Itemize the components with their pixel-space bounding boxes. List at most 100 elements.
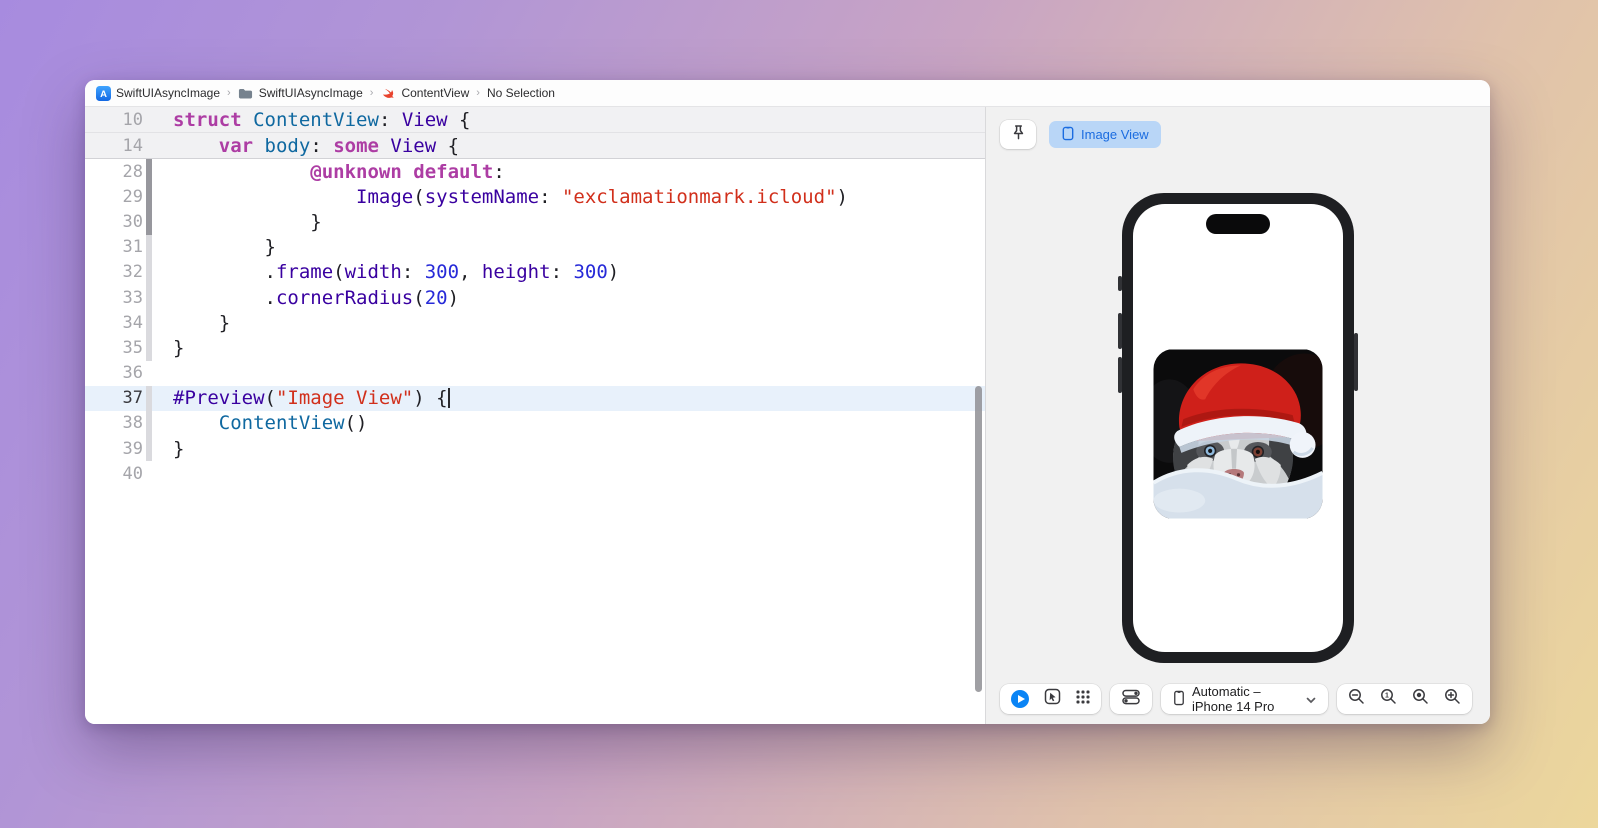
code-text: .cornerRadius(20) — [152, 287, 459, 309]
zoom-to-fit-button[interactable] — [1412, 688, 1429, 710]
zoom-out-button[interactable] — [1348, 688, 1365, 710]
code-line[interactable]: 10 struct ContentView: View { — [85, 107, 985, 133]
code-line[interactable]: 29 Image(systemName: "exclamationmark.ic… — [85, 184, 985, 209]
line-number: 10 — [85, 110, 143, 130]
code-line[interactable]: 28 @unknown default: — [85, 159, 985, 184]
breadcrumb-item-selection[interactable]: No Selection — [487, 86, 555, 100]
mute-switch — [1118, 276, 1122, 291]
code-text: #Preview("Image View") { — [152, 387, 450, 409]
line-number: 29 — [85, 187, 143, 207]
breadcrumb-separator: › — [226, 87, 232, 99]
zoom-in-button[interactable] — [1444, 688, 1461, 710]
breadcrumb: A SwiftUIAsyncImage › SwiftUIAsyncImage … — [85, 80, 1490, 107]
swift-file-icon — [380, 85, 396, 101]
pointer-icon — [1044, 688, 1061, 710]
line-number: 31 — [85, 237, 143, 257]
line-number: 30 — [85, 212, 143, 232]
code-line[interactable]: 37 #Preview("Image View") { — [85, 386, 985, 411]
dynamic-island — [1206, 214, 1270, 234]
breadcrumb-separator: › — [369, 87, 375, 99]
play-icon — [1018, 695, 1025, 703]
power-button — [1354, 333, 1358, 391]
device-selector[interactable]: Automatic – iPhone 14 Pro — [1161, 684, 1328, 714]
breadcrumb-item-file[interactable]: ContentView — [380, 85, 469, 101]
line-number: 37 — [85, 388, 143, 408]
app-icon: A — [95, 85, 111, 101]
breadcrumb-label: ContentView — [401, 86, 469, 100]
line-number: 38 — [85, 413, 143, 433]
line-number: 34 — [85, 313, 143, 333]
breadcrumb-label: SwiftUIAsyncImage — [259, 86, 363, 100]
folder-icon — [238, 85, 254, 101]
fold-ribbon — [146, 461, 152, 486]
code-text: } — [152, 236, 276, 258]
device-selector-label: Automatic – iPhone 14 Pro — [1192, 684, 1299, 714]
svg-text:1: 1 — [1385, 693, 1389, 700]
volume-up-button — [1118, 313, 1122, 349]
editor-scrollbar[interactable] — [975, 386, 982, 692]
dog-photo — [1154, 349, 1323, 519]
pin-button[interactable] — [1000, 120, 1036, 149]
code-line[interactable]: 36 — [85, 361, 985, 386]
pin-icon — [1011, 124, 1026, 146]
breadcrumb-label: SwiftUIAsyncImage — [116, 86, 220, 100]
code-text: } — [152, 211, 322, 233]
code-line[interactable]: 30 } — [85, 209, 985, 234]
code-line[interactable]: 40 — [85, 461, 985, 486]
breadcrumb-label: No Selection — [487, 86, 555, 100]
text-cursor — [448, 388, 450, 408]
line-number: 36 — [85, 363, 143, 383]
code-text: .frame(width: 300, height: 300) — [152, 261, 619, 283]
preview-tab-image-view[interactable]: Image View — [1049, 121, 1161, 148]
line-number: 40 — [85, 464, 143, 484]
code-line[interactable]: 39} — [85, 436, 985, 461]
preview-mode-group — [1000, 684, 1101, 714]
line-number: 28 — [85, 162, 143, 182]
line-number: 39 — [85, 439, 143, 459]
code-text: @unknown default: — [152, 161, 505, 183]
phone-icon — [1173, 690, 1185, 709]
variants-grid-button[interactable] — [1076, 690, 1090, 709]
preview-toolbar: Automatic – iPhone 14 Pro 1 — [1000, 684, 1472, 714]
code-text: var body: some View { — [152, 135, 459, 157]
line-number: 14 — [85, 136, 143, 156]
device-settings-button[interactable] — [1110, 684, 1152, 714]
preview-tab-label: Image View — [1081, 127, 1149, 142]
line-number: 33 — [85, 288, 143, 308]
device-preview-icon — [1061, 126, 1075, 144]
code-text: } — [152, 312, 230, 334]
code-line[interactable]: 38 ContentView() — [85, 411, 985, 436]
xcode-window: A SwiftUIAsyncImage › SwiftUIAsyncImage … — [85, 80, 1490, 724]
code-text: } — [152, 438, 184, 460]
zoom-actual-size-icon: 1 — [1380, 688, 1397, 710]
preview-pane: Image View — [985, 107, 1490, 724]
code-text: struct ContentView: View { — [152, 109, 470, 131]
line-number: 35 — [85, 338, 143, 358]
code-line[interactable]: 34 } — [85, 310, 985, 335]
code-line[interactable]: 33 .cornerRadius(20) — [85, 285, 985, 310]
live-preview-button[interactable] — [1011, 690, 1029, 708]
code-text: ContentView() — [152, 412, 368, 434]
grid-icon — [1076, 690, 1090, 709]
zoom-out-icon — [1348, 688, 1365, 710]
zoom-to-fit-icon — [1412, 688, 1429, 710]
device-settings-icon — [1121, 688, 1141, 711]
breadcrumb-separator: › — [475, 87, 481, 99]
zoom-in-icon — [1444, 688, 1461, 710]
code-text: Image(systemName: "exclamationmark.iclou… — [152, 186, 848, 208]
code-text: } — [152, 337, 184, 359]
code-line[interactable]: 35} — [85, 335, 985, 360]
code-line[interactable]: 31 } — [85, 235, 985, 260]
code-line[interactable]: 32 .frame(width: 300, height: 300) — [85, 260, 985, 285]
zoom-actual-size-button[interactable]: 1 — [1380, 688, 1397, 710]
iphone-mockup — [1122, 193, 1354, 663]
breadcrumb-item-project[interactable]: A SwiftUIAsyncImage — [95, 85, 220, 101]
selectable-mode-button[interactable] — [1044, 688, 1061, 710]
breadcrumb-item-group[interactable]: SwiftUIAsyncImage — [238, 85, 363, 101]
code-editor-lines: 10struct ContentView: View {14 var body:… — [85, 107, 985, 486]
code-editor[interactable]: 10struct ContentView: View {14 var body:… — [85, 107, 985, 724]
code-line[interactable]: 14 var body: some View { — [85, 133, 985, 159]
zoom-controls: 1 — [1337, 684, 1472, 714]
svg-text:A: A — [100, 89, 107, 100]
fold-ribbon — [146, 361, 152, 386]
